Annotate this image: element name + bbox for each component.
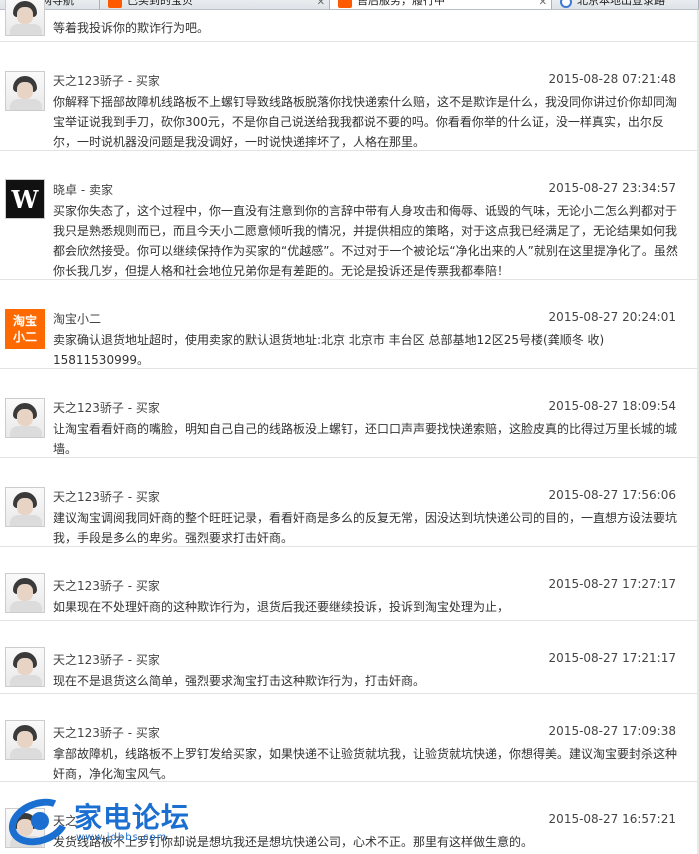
avatar bbox=[5, 573, 45, 613]
avatar bbox=[5, 71, 45, 111]
message-thread: 等着我投诉你的欺诈行为吧。 天之123骄子 - 买家 2015-08-28 07… bbox=[0, 0, 699, 852]
avatar bbox=[5, 398, 45, 438]
list-item: W 晓卓 - 卖家 2015-08-27 23:34:57 买家你失态了，这个过… bbox=[0, 151, 699, 280]
tab-label: 已买到的宝贝 bbox=[127, 0, 193, 7]
browser-tab-beijing[interactable]: 北京本地出登录路 bbox=[552, 0, 699, 9]
message-timestamp: 2015-08-27 18:09:54 bbox=[548, 399, 676, 413]
message-text: 你解释下揺部故障机线路板不上螺钉导致线路板脱落你找快递索什么赔，这不是欺诈是什么… bbox=[53, 95, 678, 149]
tab-label: 北京本地出登录路 bbox=[577, 0, 665, 7]
avatar bbox=[5, 647, 45, 687]
watermark-title: 家电论坛 bbox=[74, 801, 191, 834]
avatar: 淘宝 小二 bbox=[5, 309, 45, 349]
message-timestamp: 2015-08-27 17:27:17 bbox=[548, 577, 676, 591]
message-text: 建议淘宝调阅我同奸商的整个旺旺记录，看看奸商是多么的反复无常，因没达到坑快递公司… bbox=[53, 511, 678, 545]
message-timestamp: 2015-08-27 20:24:01 bbox=[548, 310, 676, 324]
taobao-icon bbox=[338, 0, 352, 8]
message-timestamp: 2015-08-27 16:57:21 bbox=[548, 812, 676, 826]
message-author: 天之123骄子 - 买家 bbox=[53, 74, 160, 88]
message-text: 让淘宝看看奸商的嘴脸，明知自己自己的线路板没上螺钉，还口口声声要找快递索赔，这脸… bbox=[53, 422, 678, 456]
message-timestamp: 2015-08-28 07:21:48 bbox=[548, 72, 676, 86]
message-author: 淘宝小二 bbox=[53, 312, 102, 326]
list-item: 天之123骄子 - 买家 2015-08-27 17:09:38 拿部故障机，线… bbox=[0, 694, 699, 782]
avatar: W bbox=[5, 179, 45, 219]
message-author: 天之123骄子 - 买家 bbox=[53, 653, 160, 667]
message-timestamp: 2015-08-27 23:34:57 bbox=[548, 181, 676, 195]
browser-tab-aftersale[interactable]: 售后服务，履行中 ✕ bbox=[330, 0, 552, 9]
message-author: 天之123骄子 - 买家 bbox=[53, 726, 160, 740]
avatar-text: 淘宝 bbox=[12, 314, 37, 328]
list-item: 等着我投诉你的欺诈行为吧。 bbox=[0, 0, 699, 42]
message-author: 晓卓 - 卖家 bbox=[53, 183, 113, 197]
close-icon[interactable]: ✕ bbox=[317, 0, 325, 8]
message-timestamp: 2015-08-27 17:09:38 bbox=[548, 724, 676, 738]
browser-tab-bought[interactable]: 已买到的宝贝 ✕ bbox=[100, 0, 330, 9]
message-text: 买家你失态了，这个过程中，你一直没有注意到你的言辞中带有人身攻击和侮辱、诋毁的气… bbox=[53, 204, 678, 278]
message-author: 天之123骄子 - 买家 bbox=[53, 490, 160, 504]
taobao-icon bbox=[108, 0, 122, 8]
message-author: 天之123骄子 - 买家 bbox=[53, 401, 160, 415]
avatar bbox=[5, 487, 45, 527]
close-icon[interactable]: ✕ bbox=[539, 0, 547, 8]
list-item: 淘宝 小二 淘宝小二 2015-08-27 20:24:01 卖家确认退货地址超… bbox=[0, 280, 699, 369]
message-text: 现在不是退货这么简单，强烈要求淘宝打击这种欺诈行为，打击奸商。 bbox=[53, 674, 426, 688]
message-text: 拿部故障机，线路板不上罗钉发给买家，如果快递不让验货就坑我，让验货就坑快递，你想… bbox=[53, 747, 678, 781]
forum-watermark-logo: 家电论坛 www.jdbbs.com bbox=[2, 790, 224, 854]
message-timestamp: 2015-08-27 17:21:17 bbox=[548, 651, 676, 665]
message-author: 天之123骄子 - 买家 bbox=[53, 579, 160, 593]
avatar bbox=[5, 720, 45, 760]
list-item: 天之123骄子 - 买家 2015-08-27 17:56:06 建议淘宝调阅我… bbox=[0, 458, 699, 547]
browser-tab-strip: 安全上网导航 已买到的宝贝 ✕ 售后服务，履行中 ✕ 北京本地出登录路 bbox=[0, 0, 699, 10]
globe-icon bbox=[560, 0, 572, 8]
watermark-subtitle: www.jdbbs.com bbox=[76, 832, 168, 843]
message-timestamp: 2015-08-27 17:56:06 bbox=[548, 488, 676, 502]
message-text: 卖家确认退货地址超时，使用卖家的默认退货地址:北京 北京市 丰台区 总部基地12… bbox=[53, 333, 605, 367]
message-text: 如果现在不处理奸商的这种欺诈行为，退货后我还要继续投诉，投诉到淘宝处理为止， bbox=[53, 600, 510, 614]
list-item: 天之123骄子 - 买家 2015-08-27 17:21:17 现在不是退货这… bbox=[0, 621, 699, 694]
avatar-text: 小二 bbox=[12, 330, 37, 344]
tab-label: 售后服务，履行中 bbox=[357, 0, 445, 7]
list-item: 天之123骄子 - 买家 2015-08-27 17:27:17 如果现在不处理… bbox=[0, 547, 699, 621]
avatar bbox=[5, 0, 45, 36]
list-item: 天之123骄子 - 买家 2015-08-27 18:09:54 让淘宝看看奸商… bbox=[0, 369, 699, 458]
logo-dot-icon bbox=[31, 812, 49, 830]
message-text: 等着我投诉你的欺诈行为吧。 bbox=[53, 21, 210, 35]
list-item: 天之123骄子 - 买家 2015-08-28 07:21:48 你解释下揺部故… bbox=[0, 42, 699, 151]
